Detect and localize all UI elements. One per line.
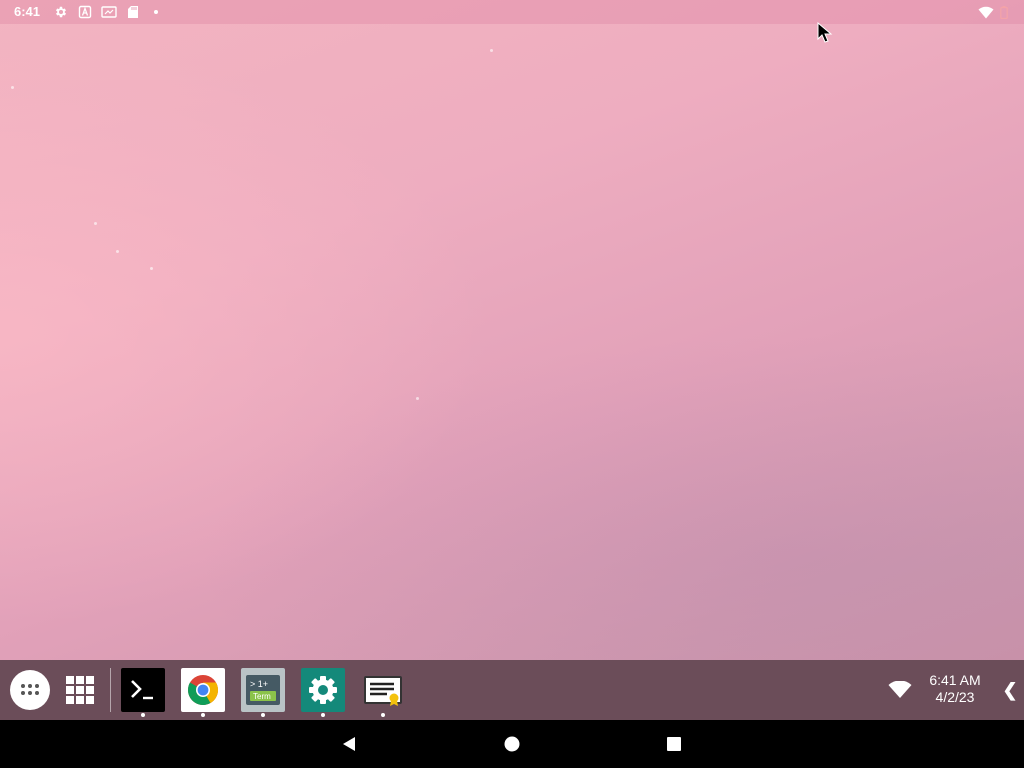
home-button[interactable] — [500, 732, 524, 756]
taskbar-divider — [110, 668, 111, 712]
wallpaper-speck — [490, 49, 493, 52]
chevron-left-icon: ❮ — [1002, 679, 1018, 700]
grid-icon — [66, 676, 94, 704]
keyboard-a-icon — [78, 5, 92, 19]
overview-button[interactable] — [58, 668, 102, 712]
wallpaper-speck — [116, 250, 119, 253]
wallpaper — [0, 0, 1024, 660]
wallpaper-speck — [94, 222, 97, 225]
taskbar-app-notes[interactable] — [361, 668, 405, 717]
clock-date: 4/2/23 — [935, 689, 975, 705]
running-indicator — [141, 713, 145, 717]
term-icon: > 1+ Term — [241, 668, 285, 712]
wifi-icon — [978, 5, 994, 19]
taskbar-app-chrome[interactable] — [181, 668, 225, 717]
clock-time: 6:41 AM — [929, 672, 981, 688]
gear-icon — [54, 5, 68, 19]
taskbar: > 1+ Term 6:41 AM 4/2/23 ❮ — [0, 660, 1024, 720]
all-apps-button[interactable] — [8, 668, 52, 712]
taskbar-clock[interactable]: 6:41 AM 4/2/23 — [922, 672, 988, 706]
mouse-cursor-icon — [817, 21, 833, 44]
terminal-icon — [121, 668, 165, 712]
home-icon — [504, 736, 520, 752]
wifi-icon — [888, 681, 912, 698]
running-indicator — [261, 713, 265, 717]
taskbar-app-settings[interactable] — [301, 668, 345, 717]
wallpaper-speck — [150, 267, 153, 270]
taskbar-wifi[interactable] — [878, 668, 922, 712]
status-time: 6:41 — [14, 4, 41, 19]
recents-button[interactable] — [662, 732, 686, 756]
back-button[interactable] — [337, 732, 361, 756]
wallpaper-speck — [416, 397, 419, 400]
battery-icon — [999, 5, 1009, 19]
term-badge-top: > 1+ — [250, 679, 268, 689]
navigation-bar — [0, 720, 1024, 768]
taskbar-app-terminal[interactable] — [121, 668, 165, 717]
notes-icon — [364, 676, 402, 706]
taskbar-app-term[interactable]: > 1+ Term — [241, 668, 285, 717]
status-bar[interactable]: 6:41 — [0, 0, 1024, 24]
screencast-icon — [101, 5, 117, 19]
wallpaper-speck — [11, 86, 14, 89]
term-badge-bottom: Term — [253, 692, 271, 701]
running-indicator — [321, 713, 325, 717]
running-indicator — [381, 713, 385, 717]
all-apps-icon — [10, 670, 50, 710]
settings-icon — [301, 668, 345, 712]
running-indicator — [201, 713, 205, 717]
recents-icon — [667, 737, 681, 751]
notification-dot — [154, 10, 158, 14]
taskbar-collapse-button[interactable]: ❮ — [998, 668, 1022, 712]
chrome-icon — [181, 668, 225, 712]
back-icon — [343, 737, 355, 751]
android-desktop: 6:41 > 1+ Term 6:41 AM 4/2/23 ❮ — [0, 0, 1024, 768]
sd-card-icon — [126, 5, 140, 19]
